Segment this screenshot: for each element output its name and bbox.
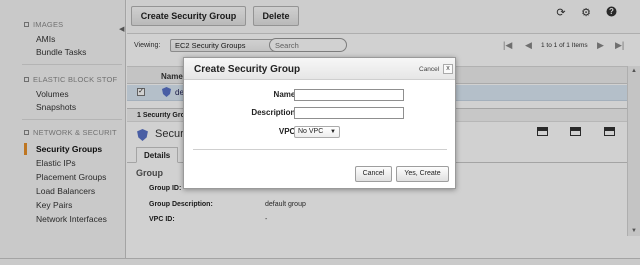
description-field[interactable] (294, 107, 404, 119)
create-security-group-dialog: Create Security Group Cancel x Name: Des… (183, 57, 456, 189)
vpc-select[interactable]: No VPC ▼ (294, 126, 340, 138)
chevron-down-icon: ▼ (330, 129, 336, 135)
close-icon[interactable]: x (443, 64, 453, 74)
dialog-cancel-link[interactable]: Cancel (419, 66, 439, 73)
description-label: Description: (251, 108, 298, 117)
yes-create-button[interactable]: Yes, Create (396, 166, 449, 182)
dialog-header: Create Security Group Cancel x (184, 58, 455, 80)
name-field[interactable] (294, 89, 404, 101)
dialog-title: Create Security Group (194, 64, 301, 75)
cancel-button[interactable]: Cancel (355, 166, 392, 182)
vpc-select-value: No VPC (298, 128, 324, 135)
dialog-divider (193, 149, 447, 150)
